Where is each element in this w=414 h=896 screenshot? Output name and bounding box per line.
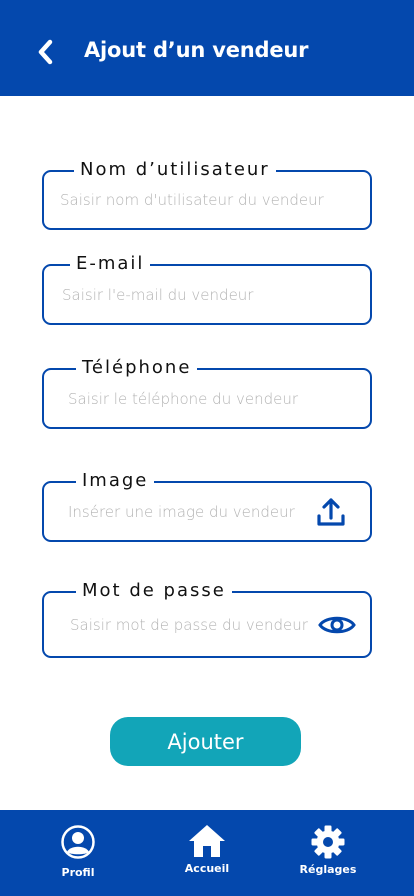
nav-label-reglages: Réglages bbox=[299, 863, 357, 876]
chevron-left-icon bbox=[38, 39, 53, 65]
upload-button[interactable] bbox=[316, 496, 346, 528]
eye-icon bbox=[318, 616, 356, 633]
phone-field: Téléphone bbox=[42, 357, 372, 429]
add-vendor-button[interactable]: Ajouter bbox=[110, 717, 301, 766]
image-input[interactable] bbox=[68, 483, 310, 540]
bottom-navigation: Profil Accueil Réglages bbox=[0, 810, 414, 896]
gear-icon bbox=[311, 825, 345, 859]
password-field: Mot de passe bbox=[42, 580, 372, 658]
nav-label-accueil: Accueil bbox=[184, 862, 230, 875]
user-circle-icon bbox=[61, 825, 95, 859]
back-button[interactable] bbox=[30, 36, 60, 68]
email-field: E-mail bbox=[42, 253, 372, 325]
email-input[interactable] bbox=[62, 266, 356, 323]
username-field: Nom d’utilisateur bbox=[42, 159, 372, 230]
nav-item-reglages[interactable]: Réglages bbox=[273, 810, 383, 896]
page-title: Ajout d’un vendeur bbox=[84, 38, 309, 62]
home-icon bbox=[189, 825, 225, 857]
nav-label-profil: Profil bbox=[61, 866, 95, 879]
nav-item-profil[interactable]: Profil bbox=[23, 810, 133, 896]
username-input[interactable] bbox=[60, 172, 356, 228]
phone-input[interactable] bbox=[68, 370, 356, 427]
nav-item-accueil[interactable]: Accueil bbox=[152, 810, 262, 896]
password-input[interactable] bbox=[70, 593, 314, 656]
toggle-password-visibility-button[interactable] bbox=[318, 612, 356, 638]
app-header: Ajout d’un vendeur bbox=[0, 0, 414, 96]
upload-icon bbox=[317, 497, 345, 526]
image-field: Image bbox=[42, 470, 372, 542]
